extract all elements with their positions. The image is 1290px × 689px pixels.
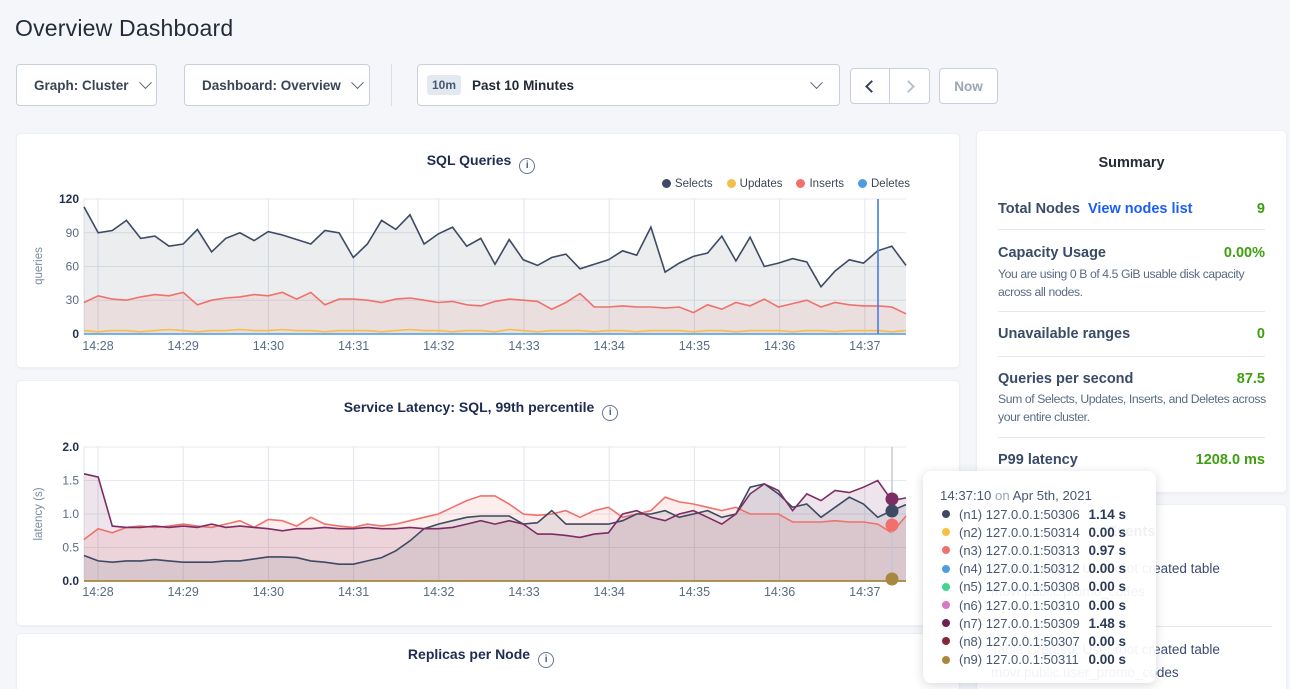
svg-text:14:34: 14:34 — [594, 339, 625, 353]
svg-text:14:33: 14:33 — [508, 585, 539, 599]
svg-text:14:32: 14:32 — [423, 585, 454, 599]
svg-text:1.5: 1.5 — [62, 474, 79, 488]
svg-text:14:35: 14:35 — [679, 585, 710, 599]
svg-text:14:37: 14:37 — [849, 585, 880, 599]
svg-text:14:28: 14:28 — [82, 585, 113, 599]
svg-text:14:32: 14:32 — [423, 339, 454, 353]
svg-text:14:29: 14:29 — [168, 585, 199, 599]
svg-text:60: 60 — [66, 260, 80, 274]
svg-text:0.0: 0.0 — [62, 574, 79, 588]
svg-text:90: 90 — [66, 226, 80, 240]
svg-text:30: 30 — [66, 293, 80, 307]
svg-text:14:30: 14:30 — [253, 585, 284, 599]
svg-text:14:31: 14:31 — [338, 585, 369, 599]
svg-text:14:33: 14:33 — [508, 339, 539, 353]
svg-text:14:37: 14:37 — [849, 339, 880, 353]
svg-text:latency (s): latency (s) — [33, 487, 45, 540]
svg-text:14:36: 14:36 — [764, 585, 795, 599]
svg-text:14:34: 14:34 — [594, 585, 625, 599]
svg-text:14:29: 14:29 — [168, 339, 199, 353]
svg-text:120: 120 — [59, 192, 79, 206]
svg-text:14:28: 14:28 — [82, 339, 113, 353]
svg-text:14:31: 14:31 — [338, 339, 369, 353]
svg-text:0: 0 — [72, 327, 79, 341]
svg-text:14:30: 14:30 — [253, 339, 284, 353]
svg-text:queries: queries — [33, 247, 45, 285]
svg-text:0.5: 0.5 — [62, 541, 79, 555]
svg-text:14:36: 14:36 — [764, 339, 795, 353]
svg-text:2.0: 2.0 — [62, 440, 79, 454]
svg-text:14:35: 14:35 — [679, 339, 710, 353]
svg-text:1.0: 1.0 — [62, 507, 79, 521]
